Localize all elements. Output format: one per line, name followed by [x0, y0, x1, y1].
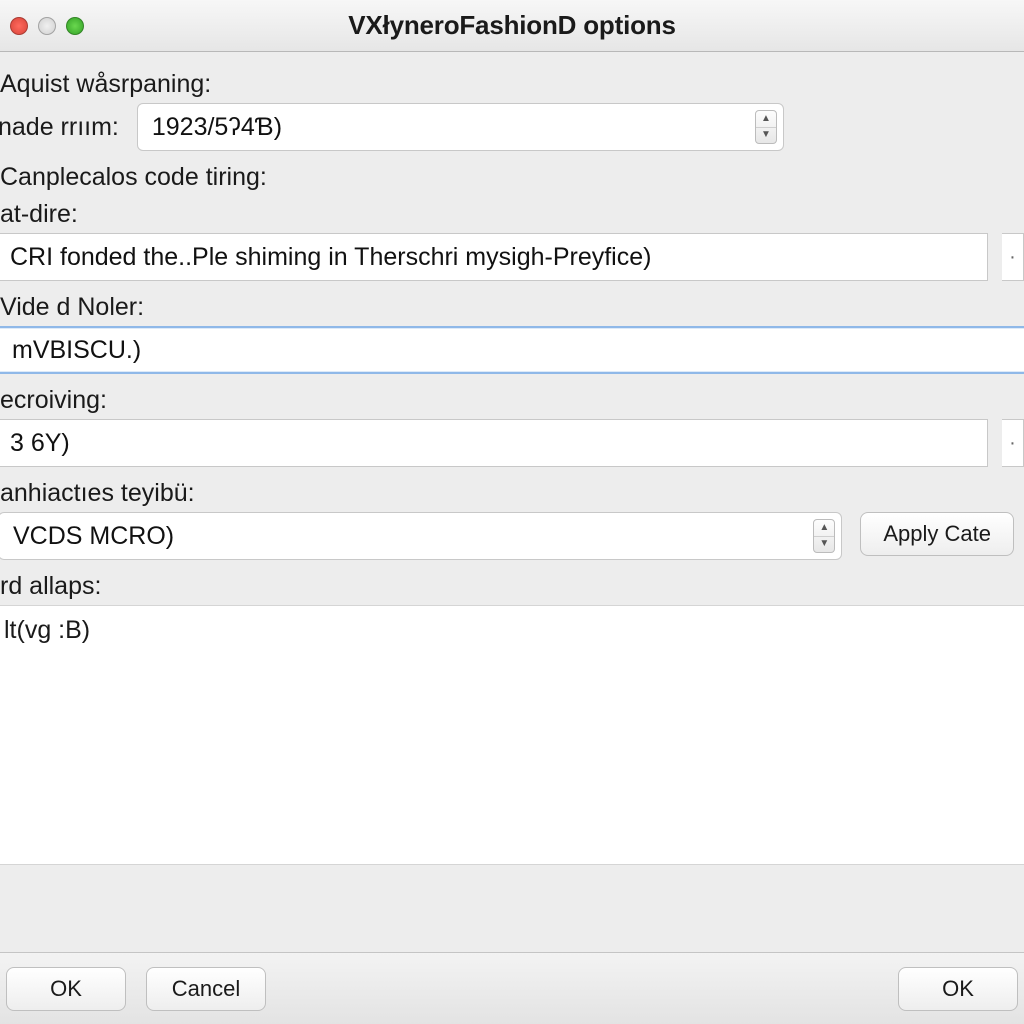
stepper-icon[interactable]: ▲ ▼ — [755, 110, 777, 144]
cancel-button[interactable]: Cancel — [146, 967, 266, 1011]
aquist-label: Aquist wåsrpaning: — [0, 58, 1024, 103]
chevron-up-icon[interactable]: ▲ — [756, 111, 776, 128]
teyibu-row: VCDS MCRO) ▲ ▼ Apply Cate — [0, 512, 1024, 560]
ecroiving-row: 3 6Y) · — [0, 419, 1024, 467]
vide-value: mVBISCU.) — [12, 336, 141, 365]
ok-button-left[interactable]: OK — [6, 967, 126, 1011]
at-dire-side-button[interactable]: · — [1002, 233, 1024, 281]
nade-value: 1923/5ʔ4Ɓ) — [152, 113, 282, 142]
window-titlebar: VXłyneroFashionD options — [0, 0, 1024, 52]
teyibu-label: anhiactıes teyibü: — [0, 467, 1024, 512]
chevron-down-icon[interactable]: ▼ — [814, 537, 834, 553]
nade-label: nade rrıım: — [0, 113, 123, 142]
at-dire-field[interactable]: CRI fonded the..Ple shiming in Therschri… — [0, 233, 988, 281]
nade-select[interactable]: 1923/5ʔ4Ɓ) ▲ ▼ — [137, 103, 784, 151]
rd-allaps-textarea[interactable]: lt(vg :B) — [0, 605, 1024, 865]
at-dire-value: CRI fonded the..Ple shiming in Therschri… — [10, 243, 651, 272]
nade-row: nade rrıım: 1923/5ʔ4Ɓ) ▲ ▼ — [0, 103, 1024, 151]
teyibu-select[interactable]: VCDS MCRO) ▲ ▼ — [0, 512, 842, 560]
vide-label: Vide d Noler: — [0, 281, 1024, 326]
ecroiving-side-button[interactable]: · — [1002, 419, 1024, 467]
at-dire-label: at-dire: — [0, 196, 1024, 233]
rd-allaps-label: rd allaps: — [0, 560, 1024, 605]
traffic-lights — [10, 17, 84, 35]
close-window-icon[interactable] — [10, 17, 28, 35]
dialog-footer: OK Cancel OK — [0, 952, 1024, 1024]
dialog-content: Aquist wåsrpaning: nade rrıım: 1923/5ʔ4Ɓ… — [0, 52, 1024, 952]
ecroiving-label: ecroiving: — [0, 374, 1024, 419]
rd-allaps-value: lt(vg :B) — [4, 616, 90, 644]
zoom-window-icon[interactable] — [66, 17, 84, 35]
chevron-up-icon[interactable]: ▲ — [814, 520, 834, 537]
chevron-down-icon[interactable]: ▼ — [756, 128, 776, 144]
ecroiving-value: 3 6Y) — [10, 429, 70, 458]
window-title: VXłyneroFashionD options — [10, 10, 1014, 41]
ecroiving-field[interactable]: 3 6Y) — [0, 419, 988, 467]
apply-cate-button[interactable]: Apply Cate — [860, 512, 1014, 556]
at-dire-row: CRI fonded the..Ple shiming in Therschri… — [0, 233, 1024, 281]
teyibu-value: VCDS MCRO) — [13, 522, 174, 551]
ok-button-right[interactable]: OK — [898, 967, 1018, 1011]
code-tiring-label: Canplecalos code tiring: — [0, 151, 1024, 196]
minimize-window-icon[interactable] — [38, 17, 56, 35]
stepper-icon[interactable]: ▲ ▼ — [813, 519, 835, 553]
vide-field[interactable]: mVBISCU.) — [0, 326, 1024, 374]
